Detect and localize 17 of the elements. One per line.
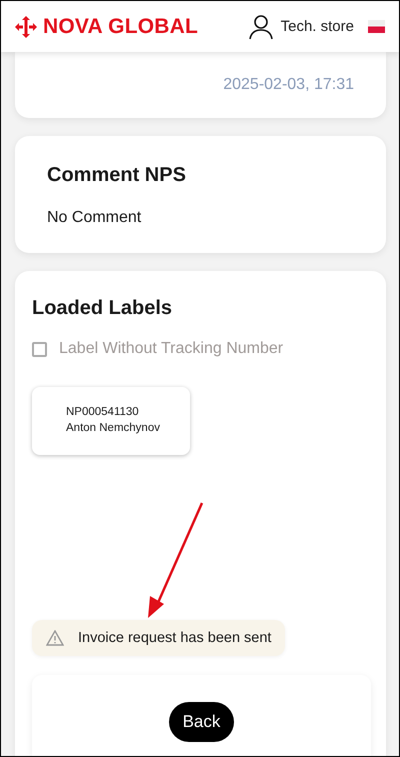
user-icon[interactable] xyxy=(248,14,273,40)
section-title: Comment NPS xyxy=(47,164,187,187)
brand-name: NOVA GLOBAL xyxy=(43,14,198,38)
flag-icon[interactable] xyxy=(368,20,385,33)
order-date: 2025-02-03, 17:31 xyxy=(223,76,354,94)
notice-text: Invoice request has been sent xyxy=(78,630,272,646)
recipient-name: Anton Nemchynov xyxy=(66,421,161,436)
checkbox-label: Label Without Tracking Number xyxy=(59,340,284,358)
label-card[interactable]: NP000541130 Anton Nemchynov xyxy=(32,387,190,455)
back-button[interactable]: Back xyxy=(168,702,234,742)
comment-text: No Comment xyxy=(47,209,142,227)
logo-icon xyxy=(15,16,37,38)
section-title: Loaded Labels xyxy=(32,297,174,320)
tracking-number: NP000541130 xyxy=(66,405,140,420)
store-name: Tech. store xyxy=(280,18,354,35)
warning-icon xyxy=(46,630,64,646)
checkbox[interactable] xyxy=(32,342,47,356)
